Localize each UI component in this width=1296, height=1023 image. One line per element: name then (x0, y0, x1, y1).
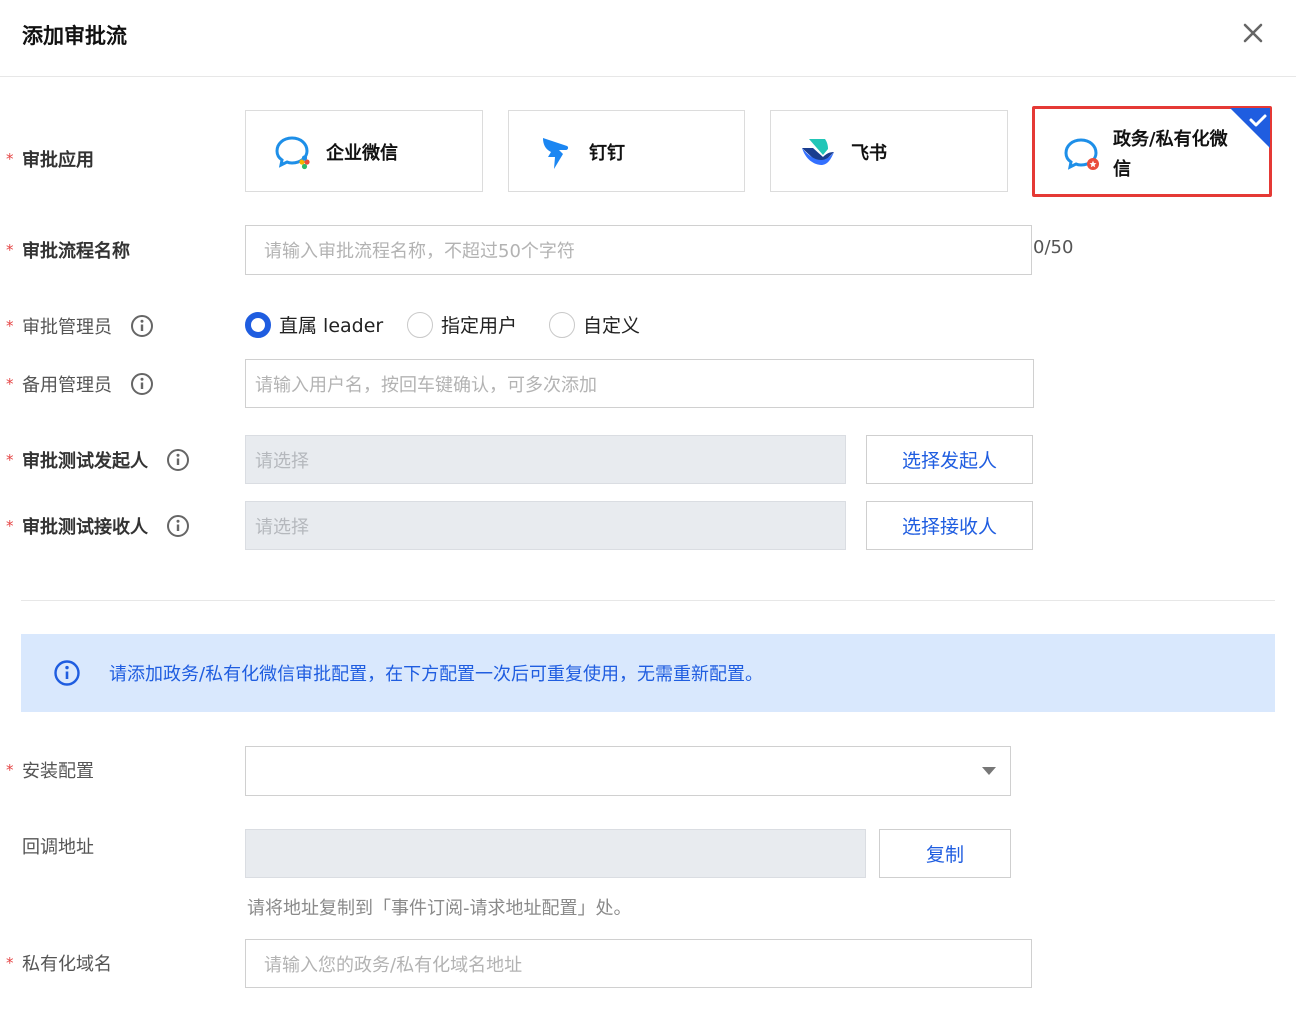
info-icon[interactable] (130, 372, 154, 396)
select-sender-button[interactable]: 选择发起人 (866, 435, 1033, 484)
info-icon[interactable] (166, 448, 190, 472)
radio-label: 自定义 (583, 315, 641, 337)
backup-admin-input[interactable]: 请输入用户名，按回车键确认，可多次添加 (245, 359, 1034, 408)
wecom-icon (274, 133, 312, 171)
char-counter: 0/50 (1033, 237, 1074, 258)
feishu-icon (799, 133, 837, 171)
info-circle-icon (53, 659, 81, 687)
install-label: * 安装配置 (6, 761, 94, 782)
install-select[interactable] (245, 746, 1011, 796)
radio-direct-leader[interactable]: 直属 leader (245, 311, 383, 338)
radio-selected-icon (245, 311, 271, 338)
dropdown-arrow-icon (982, 767, 996, 775)
app-name-dingtalk: 钉钉 (589, 143, 625, 164)
app-card-dingtalk[interactable]: 钉钉 (508, 110, 745, 192)
private-domain-input[interactable]: 请输入您的政务/私有化域名地址 (245, 939, 1032, 988)
flow-name-label: * 审批流程名称 (6, 241, 130, 262)
callback-hint: 请将地址复制到「事件订阅-请求地址配置」处。 (247, 898, 632, 919)
radio-unselected-icon (407, 311, 433, 338)
radio-custom[interactable]: 自定义 (549, 311, 640, 338)
backup-admin-label: * 备用管理员 (6, 371, 154, 397)
gov-wecom-icon (1063, 135, 1101, 173)
app-name-gov-wecom: 政务/私有化微信 (1113, 129, 1228, 180)
callback-label: 回调地址 (22, 837, 94, 858)
test-receiver-input: 请选择 (245, 501, 846, 550)
app-card-gov-wecom[interactable]: 政务/私有化微信 (1032, 106, 1272, 197)
app-name-wecom: 企业微信 (326, 143, 398, 164)
test-sender-label: * 审批测试发起人 (6, 447, 190, 473)
selected-check-icon (1230, 108, 1270, 148)
test-sender-input: 请选择 (245, 435, 846, 484)
info-icon[interactable] (130, 314, 154, 338)
notice-text: 请添加政务/私有化微信审批配置，在下方配置一次后可重复使用，无需重新配置。 (109, 664, 764, 685)
admin-label: * 审批管理员 (6, 313, 154, 339)
flow-name-input[interactable]: 请输入审批流程名称，不超过50个字符 (245, 225, 1032, 275)
radio-label: 指定用户 (441, 315, 518, 337)
test-receiver-label: * 审批测试接收人 (6, 513, 190, 539)
app-label: * 审批应用 (6, 150, 94, 171)
callback-url-field (245, 829, 866, 878)
dialog-header: 添加审批流 (0, 0, 1296, 77)
app-card-wecom[interactable]: 企业微信 (245, 110, 483, 192)
radio-specified-user[interactable]: 指定用户 (407, 311, 517, 338)
radio-unselected-icon (549, 311, 575, 338)
dialog-title: 添加审批流 (22, 24, 127, 48)
radio-label: 直属 leader (279, 315, 384, 337)
dingtalk-icon (537, 133, 575, 171)
copy-button[interactable]: 复制 (879, 829, 1011, 878)
info-notice: 请添加政务/私有化微信审批配置，在下方配置一次后可重复使用，无需重新配置。 (21, 634, 1275, 712)
info-icon[interactable] (166, 514, 190, 538)
section-divider (21, 600, 1275, 601)
domain-label: * 私有化域名 (6, 954, 112, 975)
app-card-feishu[interactable]: 飞书 (770, 110, 1008, 192)
close-icon[interactable] (1238, 18, 1268, 48)
select-receiver-button[interactable]: 选择接收人 (866, 501, 1033, 550)
app-name-feishu: 飞书 (851, 143, 887, 164)
